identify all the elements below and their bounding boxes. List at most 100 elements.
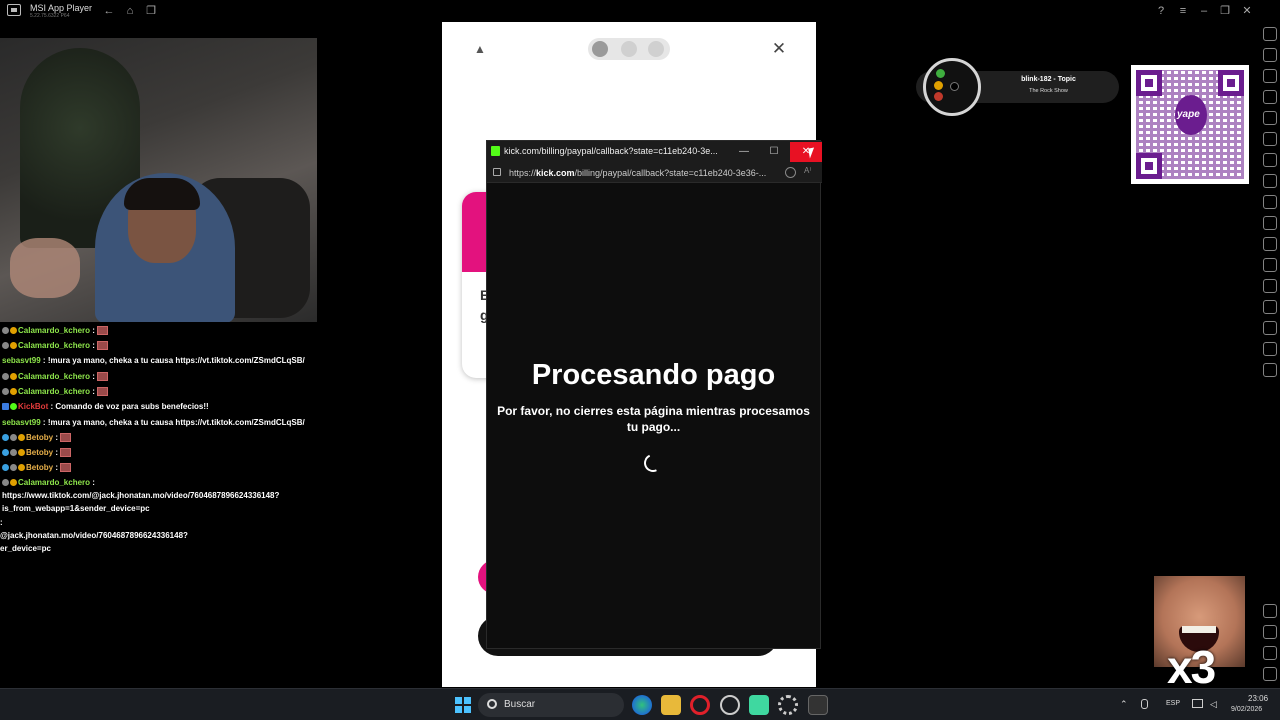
chat-message: Calamardo_kchero : bbox=[2, 326, 108, 335]
clock-time[interactable]: 23:06 bbox=[1248, 694, 1268, 703]
loading-spinner-icon bbox=[641, 451, 665, 475]
chat-message-wrap: : bbox=[0, 518, 3, 527]
msi-player-taskbar-icon[interactable] bbox=[808, 695, 828, 715]
airplane-icon[interactable] bbox=[1263, 258, 1277, 272]
clock-date[interactable]: 9/02/2026 bbox=[1231, 706, 1262, 713]
microphone-icon[interactable] bbox=[1141, 699, 1148, 709]
language-indicator[interactable]: ESP bbox=[1166, 700, 1180, 707]
app-logo-icon bbox=[7, 4, 21, 16]
opera-icon[interactable] bbox=[690, 695, 710, 715]
gamepad-icon[interactable] bbox=[1263, 153, 1277, 167]
emote-icon bbox=[60, 448, 72, 457]
popup-url: https://kick.com/billing/paypal/callback… bbox=[509, 168, 767, 178]
chat-message: sebasvt99 : !mura ya mano, cheka a tu ca… bbox=[2, 356, 305, 365]
emote-icon bbox=[96, 372, 108, 381]
volume-tray-icon[interactable]: ◁ bbox=[1210, 699, 1217, 710]
qr-finder bbox=[1136, 153, 1162, 179]
app-titlebar: MSI App Player 5.22.75.6322 P64 ← ⌂ ❐ ? … bbox=[0, 0, 1260, 22]
album-disc-icon bbox=[923, 58, 981, 116]
eraser-icon[interactable] bbox=[1263, 300, 1277, 314]
panel-close-button[interactable]: ✕ bbox=[768, 38, 790, 60]
instagram-icon[interactable] bbox=[592, 41, 608, 57]
replay-icon[interactable] bbox=[1263, 132, 1277, 146]
sidebar-back-icon[interactable] bbox=[1263, 625, 1277, 639]
song-title: blink-182 - Topic bbox=[1021, 76, 1076, 83]
chat-message: Calamardo_kchero : bbox=[2, 387, 108, 396]
restore-icon[interactable]: ❐ bbox=[1218, 4, 1232, 18]
read-aloud-icon[interactable]: A⁾ bbox=[804, 166, 811, 175]
emote-icon bbox=[96, 326, 108, 335]
tray-overflow-icon[interactable]: ⌃ bbox=[1120, 699, 1128, 710]
popup-close-button[interactable]: ✕ bbox=[790, 142, 822, 162]
chat-message-wrap: is_from_webapp=1&sender_device=pc bbox=[2, 504, 150, 513]
app-title: MSI App Player bbox=[30, 3, 93, 13]
folder-icon[interactable] bbox=[1263, 237, 1277, 251]
steam-icon[interactable] bbox=[720, 695, 740, 715]
yape-logo-text: yape bbox=[1177, 109, 1200, 120]
song-album: The Rock Show bbox=[1029, 88, 1068, 94]
emote-icon bbox=[96, 387, 108, 396]
qr-finder bbox=[1136, 70, 1162, 96]
chat-message: Calamardo_kchero : bbox=[2, 341, 108, 350]
chat-message: KickBot : Comando de voz para subs benef… bbox=[2, 402, 209, 411]
emote-icon bbox=[60, 433, 72, 442]
keyboard-icon[interactable] bbox=[1263, 90, 1277, 104]
popup-address-bar[interactable]: https://kick.com/billing/paypal/callback… bbox=[487, 162, 822, 183]
whatsapp-icon[interactable] bbox=[648, 41, 664, 57]
home-icon[interactable]: ⌂ bbox=[123, 4, 137, 18]
video-icon[interactable] bbox=[1263, 69, 1277, 83]
webcam-feed bbox=[0, 38, 317, 322]
settings-app-icon[interactable] bbox=[778, 695, 798, 715]
location-icon[interactable] bbox=[1263, 321, 1277, 335]
sidebar-home-icon[interactable] bbox=[1263, 646, 1277, 660]
file-explorer-icon[interactable] bbox=[661, 695, 681, 715]
menu-icon[interactable]: ≡ bbox=[1176, 4, 1190, 18]
chat-message-wrap: @jack.jhonatan.mo/video/7604687896624336… bbox=[0, 531, 188, 540]
settings-icon[interactable] bbox=[1263, 604, 1277, 618]
screen: MSI App Player 5.22.75.6322 P64 ← ⌂ ❐ ? … bbox=[0, 0, 1280, 720]
network-icon[interactable] bbox=[1192, 699, 1203, 708]
meme-multiplier: x3 bbox=[1167, 641, 1216, 693]
record-icon[interactable] bbox=[1263, 111, 1277, 125]
emote-icon bbox=[60, 463, 72, 472]
start-button[interactable] bbox=[455, 697, 471, 713]
sidebar-recents-icon[interactable] bbox=[1263, 667, 1277, 681]
layers-icon[interactable] bbox=[1263, 342, 1277, 356]
screenshot-icon[interactable] bbox=[1263, 195, 1277, 209]
help-icon[interactable]: ? bbox=[1154, 4, 1168, 18]
report-icon[interactable]: ▲ bbox=[472, 42, 488, 56]
taskbar-search[interactable]: Buscar bbox=[478, 693, 624, 717]
search-icon bbox=[487, 699, 497, 709]
performance-icon[interactable] bbox=[1263, 174, 1277, 188]
close-icon[interactable]: ✕ bbox=[1240, 4, 1254, 18]
app-version: 5.22.75.6322 P64 bbox=[30, 13, 70, 19]
popup-maximize-button[interactable]: ☐ bbox=[765, 144, 783, 159]
share-options bbox=[588, 38, 670, 60]
chat-message: sebasvt99 : !mura ya mano, cheka a tu ca… bbox=[2, 418, 305, 427]
paypal-callback-window: kick.com/billing/paypal/callback?state=c… bbox=[486, 140, 822, 649]
volume-icon[interactable] bbox=[1263, 48, 1277, 62]
windows-taskbar: Buscar ⌃ ESP ◁ 23:06 9/02/2026 bbox=[0, 688, 1280, 720]
zoom-icon[interactable] bbox=[785, 167, 796, 178]
popup-minimize-button[interactable]: — bbox=[735, 144, 753, 159]
multi-instance-icon[interactable] bbox=[1263, 279, 1277, 293]
capture-icon[interactable] bbox=[1263, 216, 1277, 230]
back-icon[interactable]: ← bbox=[102, 4, 116, 18]
discord-icon[interactable] bbox=[749, 695, 769, 715]
kick-favicon-icon bbox=[491, 146, 500, 156]
minimize-icon[interactable]: – bbox=[1197, 4, 1211, 18]
fullscreen-icon[interactable] bbox=[1263, 27, 1277, 41]
processing-message: Por favor, no cierres esta página mientr… bbox=[497, 404, 810, 434]
emote-icon bbox=[96, 341, 108, 350]
popup-titlebar: kick.com/billing/paypal/callback?state=c… bbox=[487, 141, 822, 162]
qr-finder bbox=[1218, 70, 1244, 96]
streamer-hair bbox=[124, 178, 200, 210]
edge-icon[interactable] bbox=[632, 695, 652, 715]
chat-message-wrap: er_device=pc bbox=[0, 544, 51, 553]
chat-message-wrap: https://www.tiktok.com/@jack.jhonatan.mo… bbox=[2, 491, 280, 500]
popup-title: kick.com/billing/paypal/callback?state=c… bbox=[504, 146, 718, 156]
chat-message: Calamardo_kchero : bbox=[2, 372, 108, 381]
snapchat-icon[interactable] bbox=[621, 41, 637, 57]
eco-icon[interactable] bbox=[1263, 363, 1277, 377]
recent-apps-icon[interactable]: ❐ bbox=[144, 4, 158, 18]
